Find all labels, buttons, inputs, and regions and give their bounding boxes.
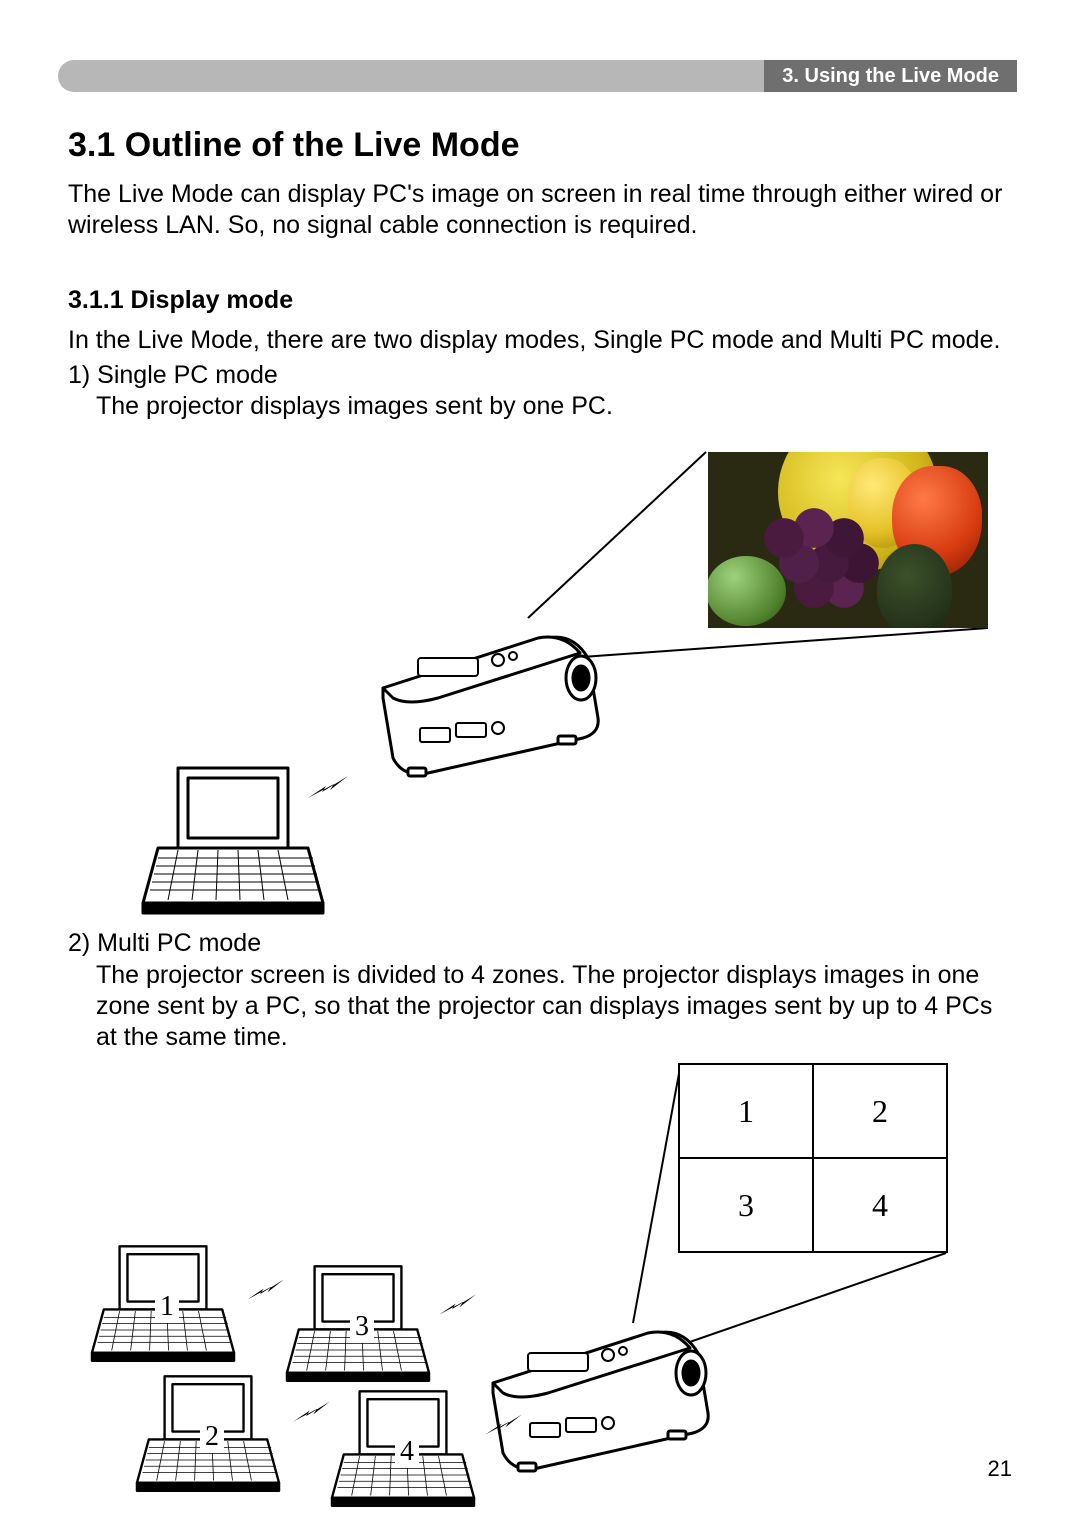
chapter-tab: 3. Using the Live Mode: [764, 60, 1017, 92]
projected-image: [708, 452, 988, 628]
wireless-icon: [476, 1398, 531, 1453]
item2-body: The projector screen is divided to 4 zon…: [96, 960, 1012, 1054]
subsection-intro: In the Live Mode, there are two display …: [68, 325, 1012, 356]
laptop-3-label: 3: [350, 1311, 374, 1343]
header-bar: 3. Using the Live Mode: [58, 60, 1017, 92]
item1-title: 1) Single PC mode: [68, 360, 1012, 391]
laptop-icon: [138, 758, 328, 928]
zone-2: 2: [813, 1064, 947, 1158]
laptop-4-label: 4: [395, 1436, 419, 1468]
zone-3: 3: [679, 1158, 813, 1252]
item1-body: The projector displays images sent by on…: [96, 391, 1012, 422]
zone-grid: 1 2 3 4: [678, 1063, 948, 1253]
section-heading: 3.1 Outline of the Live Mode: [68, 126, 1012, 165]
zone-1: 1: [679, 1064, 813, 1158]
page-number: 21: [988, 1456, 1012, 1482]
item2-title: 2) Multi PC mode: [68, 928, 1012, 959]
subsection-heading: 3.1.1 Display mode: [68, 286, 1012, 315]
laptop-1-label: 1: [155, 1291, 179, 1323]
figure-single-pc: [108, 428, 988, 928]
zone-4: 4: [813, 1158, 947, 1252]
laptop-2-label: 2: [200, 1421, 224, 1453]
figure-multi-pc: 1 2 3 4: [68, 1063, 1008, 1503]
section-intro: The Live Mode can display PC's image on …: [68, 179, 1012, 242]
page: 3. Using the Live Mode 3.1 Outline of th…: [0, 0, 1080, 1532]
wireless-icon: [430, 1278, 485, 1333]
projector-icon: [348, 568, 618, 778]
